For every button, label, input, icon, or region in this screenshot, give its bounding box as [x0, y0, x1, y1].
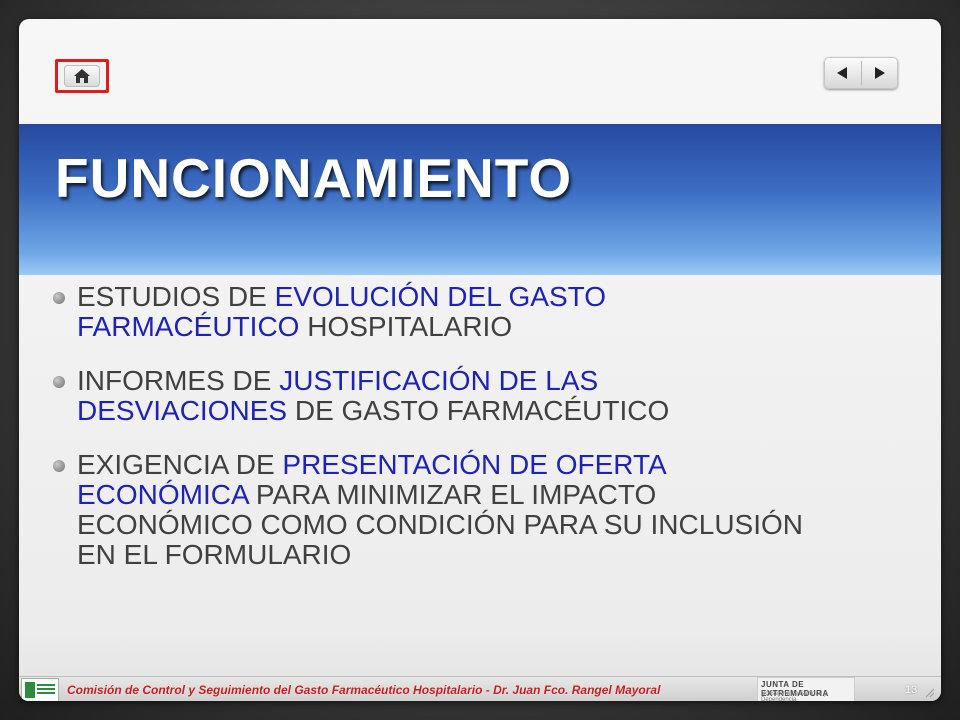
next-slide-button[interactable]	[862, 57, 899, 89]
previous-slide-button[interactable]	[824, 57, 861, 89]
home-button[interactable]	[55, 59, 109, 93]
bullet-item: EXIGENCIA DE PRESENTACIÓN DE OFERTA ECON…	[53, 450, 813, 570]
bullet-text: ESTUDIOS DE	[77, 281, 275, 312]
slide-title: FUNCIONAMIENTO	[55, 147, 573, 209]
hospital-logo	[21, 678, 59, 701]
footer: Comisión de Control y Seguimiento del Ga…	[19, 676, 941, 701]
resize-grip-icon	[925, 688, 935, 698]
bullet-text: INFORMES DE	[77, 365, 280, 396]
junta-logo: JUNTA DE EXTREMADURA Consejería de Sanid…	[757, 677, 855, 701]
bullet-item: ESTUDIOS DE EVOLUCIÓN DEL GASTO FARMACÉU…	[53, 282, 813, 342]
home-icon	[74, 69, 90, 83]
junta-logo-subtitle: Consejería de Sanidad y Dependencia	[761, 691, 827, 701]
bullet-text: HOSPITALARIO	[299, 311, 513, 342]
triangle-right-icon	[874, 67, 885, 79]
bullet-text: EXIGENCIA DE	[77, 449, 283, 480]
slide-navigation	[824, 57, 898, 89]
bullet-text: DE GASTO FARMACÉUTICO	[287, 395, 670, 426]
slide: FUNCIONAMIENTO ESTUDIOS DE EVOLUCIÓN DEL…	[19, 19, 941, 701]
title-band: FUNCIONAMIENTO	[19, 124, 941, 275]
page-number: 13	[905, 684, 918, 696]
triangle-left-icon	[837, 67, 848, 79]
bullet-item: INFORMES DE JUSTIFICACIÓN DE LAS DESVIAC…	[53, 366, 813, 426]
footer-text: Comisión de Control y Seguimiento del Ga…	[67, 683, 661, 697]
bullet-list: ESTUDIOS DE EVOLUCIÓN DEL GASTO FARMACÉU…	[53, 282, 813, 594]
